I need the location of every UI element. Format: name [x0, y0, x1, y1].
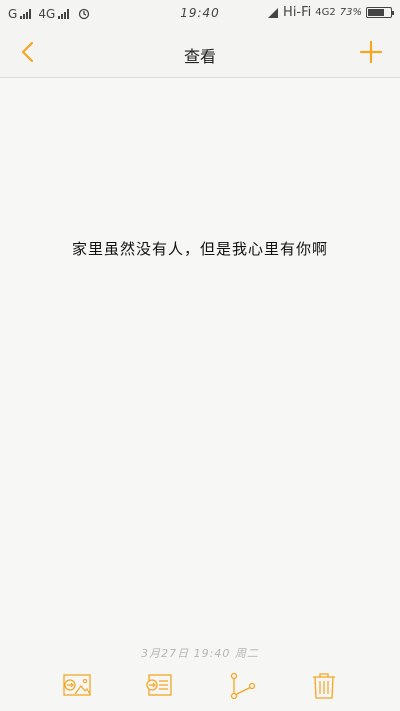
network-label: 4G2 — [315, 7, 336, 18]
export-icon — [146, 674, 172, 696]
mute-icon — [268, 7, 279, 18]
note-content-area[interactable] — [0, 79, 400, 639]
note-text: 家里虽然没有人，但是我心里有你啊 — [71, 240, 328, 258]
note-timestamp: 3月27日 19:40 周二 — [141, 647, 259, 660]
battery-percent: 73% — [339, 7, 362, 18]
header-bar: 查看 — [0, 28, 400, 78]
plus-icon — [359, 40, 383, 64]
page-title: 查看 — [183, 47, 216, 66]
status-bar: G 4G 19:40 Hi-Fi 4G2 73% — [0, 0, 400, 28]
insert-image-button[interactable] — [58, 670, 94, 702]
wifi-label: Hi-Fi — [283, 5, 312, 20]
share-button[interactable] — [224, 670, 260, 702]
bottom-toolbar — [0, 668, 400, 708]
export-button[interactable] — [140, 670, 176, 702]
trash-icon — [313, 673, 335, 699]
share-icon — [230, 672, 256, 700]
status-right: Hi-Fi 4G2 73% — [267, 5, 394, 20]
battery-icon — [366, 7, 394, 18]
add-button[interactable] — [356, 38, 386, 68]
image-icon — [63, 674, 91, 696]
delete-button[interactable] — [306, 670, 342, 702]
